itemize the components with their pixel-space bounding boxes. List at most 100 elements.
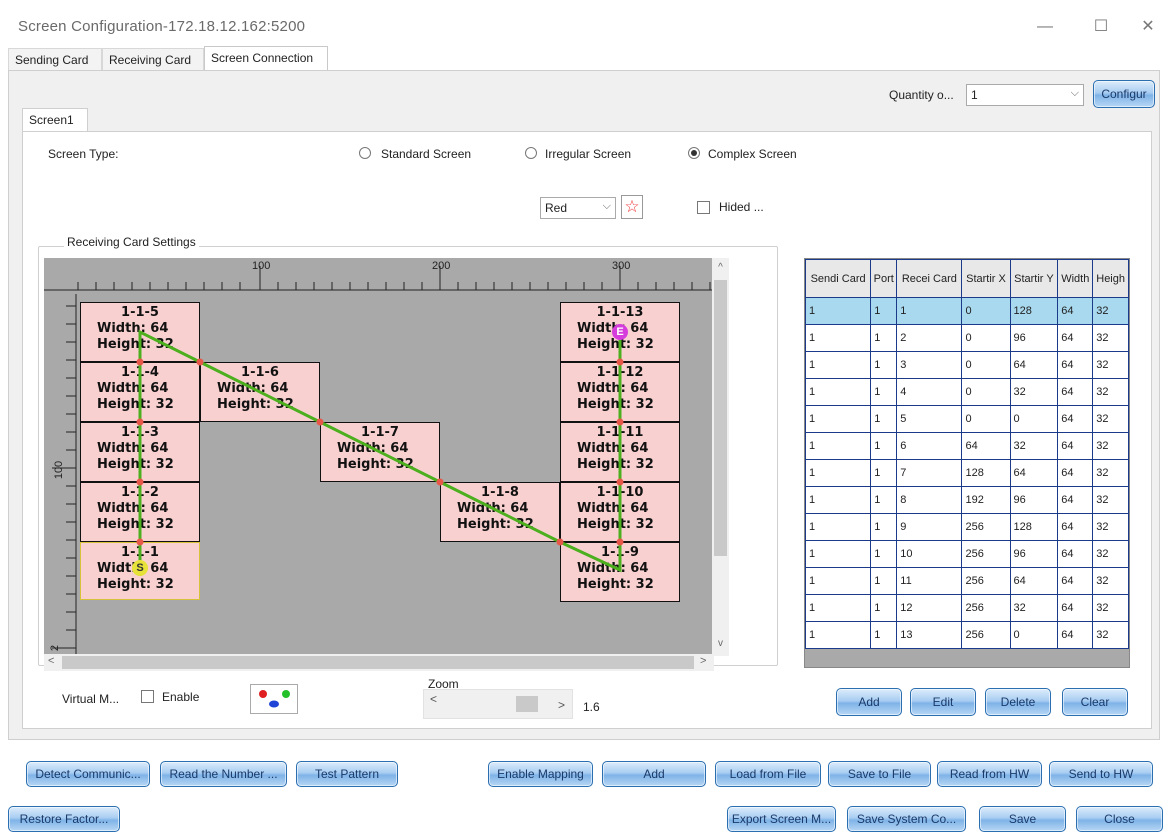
table-cell[interactable]: 1 [804,297,872,325]
table-cell[interactable]: 64 [1057,594,1094,622]
radio-irregular-screen[interactable] [525,147,537,159]
table-cell[interactable]: 1 [804,324,872,352]
column-header-port[interactable]: Port [870,259,898,298]
table-cell[interactable]: 64 [1009,567,1059,595]
table-row[interactable]: 1 1 10 256 96 64 32 [804,540,1129,568]
restore-factory-button[interactable]: Restore Factor... [8,806,120,832]
table-cell[interactable]: 32 [1092,540,1129,568]
table-cell[interactable]: 13 [896,621,963,649]
save-system-config-button[interactable]: Save System Co... [847,806,966,832]
table-cell[interactable]: 64 [1057,432,1094,460]
table-cell[interactable]: 64 [1057,405,1094,433]
table-cell[interactable]: 32 [1092,351,1129,379]
close-window-button[interactable]: ✕ [1128,10,1168,44]
table-cell[interactable]: 1 [804,594,872,622]
table-cell[interactable]: 256 [961,567,1011,595]
table-row[interactable]: 1 1 8 192 96 64 32 [804,486,1129,514]
color-select[interactable]: Red ⌵ [540,197,616,219]
table-row[interactable]: 1 1 13 256 0 64 32 [804,621,1129,649]
canvas-horizontal-scrollbar[interactable]: < > [44,654,714,671]
table-cell[interactable]: 1 [804,432,872,460]
save-to-file-button[interactable]: Save to File [828,761,931,787]
table-cell[interactable]: 64 [1057,351,1094,379]
table-cell[interactable]: 1 [870,486,898,514]
column-header-width[interactable]: Width [1057,259,1094,298]
table-cell[interactable]: 8 [896,486,963,514]
table-cell[interactable]: 32 [1009,432,1059,460]
table-cell[interactable]: 64 [1057,297,1094,325]
table-cell[interactable]: 64 [1057,513,1094,541]
tab-sending-card[interactable]: Sending Card [8,48,102,70]
table-cell[interactable]: 0 [961,297,1011,325]
table-cell[interactable]: 256 [961,621,1011,649]
column-header-receiving-card[interactable]: Recei Card [896,259,963,298]
table-cell[interactable]: 7 [896,459,963,487]
table-cell[interactable]: 32 [1092,405,1129,433]
virtual-enable-checkbox[interactable] [141,690,154,703]
maximize-button[interactable]: ☐ [1081,10,1121,44]
table-cell[interactable]: 0 [961,351,1011,379]
table-cell[interactable]: 1 [870,540,898,568]
zoom-slider[interactable]: < > [423,689,573,719]
table-cell[interactable]: 1 [870,432,898,460]
table-cell[interactable]: 0 [961,378,1011,406]
table-cell[interactable]: 64 [1057,378,1094,406]
table-cell[interactable]: 32 [1092,486,1129,514]
radio-standard-screen[interactable] [359,147,371,159]
horizontal-scroll-thumb[interactable] [62,656,694,669]
table-cell[interactable]: 10 [896,540,963,568]
table-cell[interactable]: 9 [896,513,963,541]
table-cell[interactable]: 1 [870,567,898,595]
table-cell[interactable]: 1 [804,621,872,649]
table-cell[interactable]: 6 [896,432,963,460]
table-cell[interactable]: 64 [1057,486,1094,514]
table-cell[interactable]: 1 [870,621,898,649]
table-cell[interactable]: 11 [896,567,963,595]
screen-layout-canvas[interactable]: 100 200 300 100 2 1-1-5 Width: 64 Height… [44,258,720,656]
detect-communication-button[interactable]: Detect Communic... [26,761,150,787]
table-cell[interactable]: 96 [1009,540,1059,568]
table-cell[interactable]: 1 [896,297,963,325]
table-row[interactable]: 1 1 4 0 32 64 32 [804,378,1129,406]
table-cell[interactable]: 1 [870,594,898,622]
load-from-file-button[interactable]: Load from File [715,761,821,787]
table-cell[interactable]: 32 [1092,432,1129,460]
radio-complex-screen[interactable] [688,147,700,159]
table-cell[interactable]: 128 [961,459,1011,487]
table-cell[interactable]: 1 [870,378,898,406]
table-cell[interactable]: 32 [1092,324,1129,352]
table-row[interactable]: 1 1 2 0 96 64 32 [804,324,1129,352]
table-cell[interactable]: 256 [961,513,1011,541]
table-cell[interactable]: 1 [804,351,872,379]
table-cell[interactable]: 256 [961,594,1011,622]
table-cell[interactable]: 0 [961,405,1011,433]
table-cell[interactable]: 1 [870,297,898,325]
table-cell[interactable]: 32 [1092,459,1129,487]
table-cell[interactable]: 96 [1009,324,1059,352]
column-header-sending-card[interactable]: Sendi Card [804,259,872,298]
vertical-scroll-thumb[interactable] [714,280,727,556]
table-row[interactable]: 1 1 7 128 64 64 32 [804,459,1129,487]
table-cell[interactable]: 2 [896,324,963,352]
table-cell[interactable]: 32 [1092,567,1129,595]
color-dots-icon[interactable] [250,684,298,714]
table-cell[interactable]: 64 [961,432,1011,460]
delete-card-button[interactable]: Delete [985,688,1051,716]
table-cell[interactable]: 32 [1092,594,1129,622]
table-row[interactable]: 1 1 12 256 32 64 32 [804,594,1129,622]
table-cell[interactable]: 1 [804,486,872,514]
table-cell[interactable]: 4 [896,378,963,406]
table-cell[interactable]: 32 [1009,378,1059,406]
column-header-starting-y[interactable]: Startir Y [1009,259,1059,298]
table-cell[interactable]: 3 [896,351,963,379]
scroll-down-icon[interactable]: v [712,638,729,649]
table-cell[interactable]: 32 [1092,621,1129,649]
table-cell[interactable]: 12 [896,594,963,622]
edit-card-button[interactable]: Edit [910,688,976,716]
table-cell[interactable]: 1 [870,324,898,352]
table-cell[interactable]: 1 [804,567,872,595]
table-cell[interactable]: 32 [1092,378,1129,406]
test-pattern-button[interactable]: Test Pattern [296,761,398,787]
read-the-number-button[interactable]: Read the Number ... [160,761,287,787]
scroll-right-icon[interactable]: > [700,655,706,667]
